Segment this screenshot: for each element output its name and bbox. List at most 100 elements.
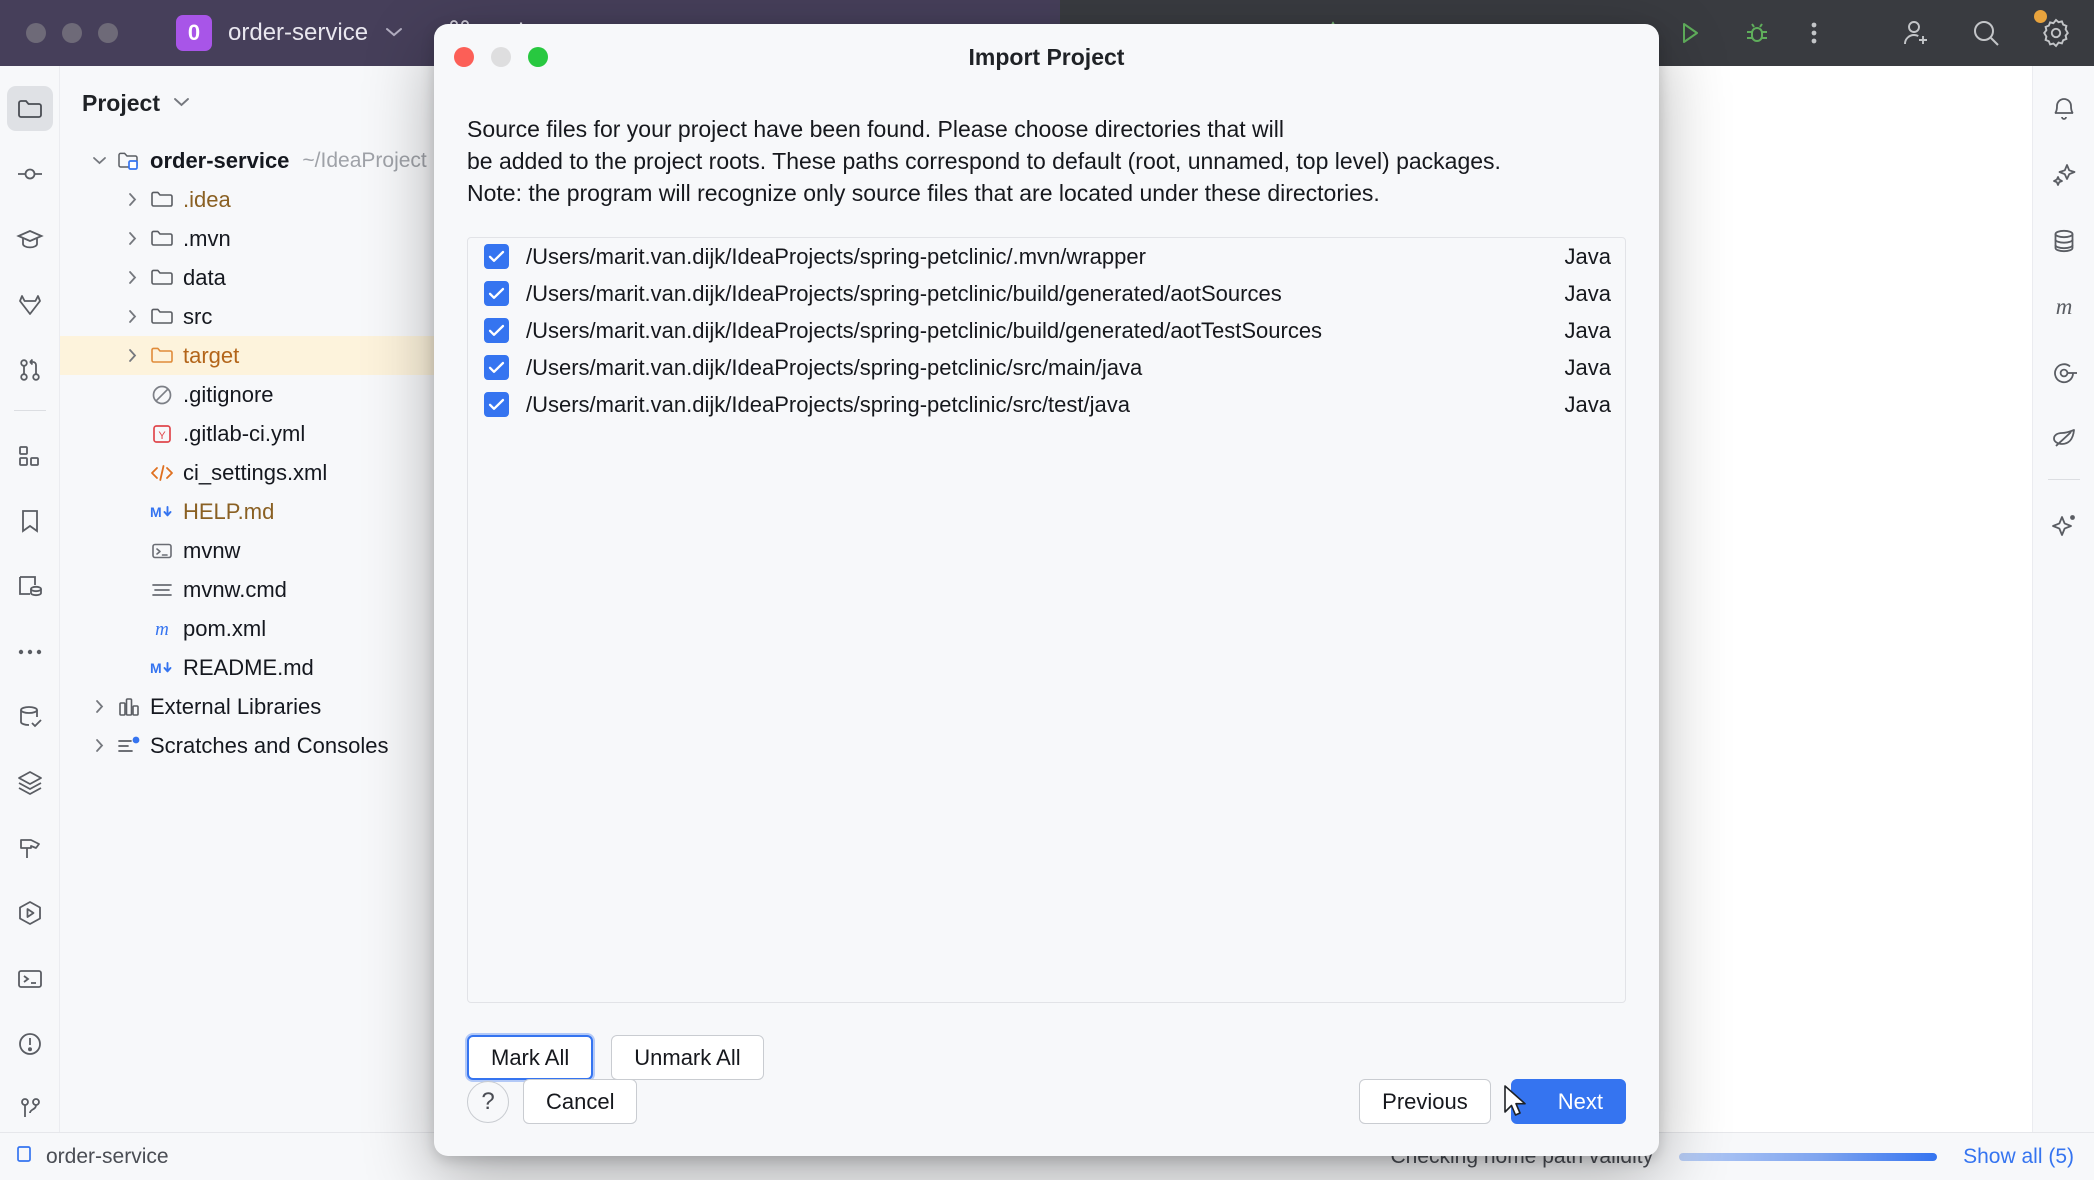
gitignore-icon [145, 382, 179, 408]
xml-icon [145, 460, 179, 486]
status-show-all-link[interactable]: Show all (5) [1963, 1145, 2074, 1169]
sidebar-item-database-files[interactable] [7, 564, 53, 609]
debug-icon[interactable] [1742, 18, 1772, 48]
sidebar-item-gitlab[interactable] [7, 282, 53, 327]
maximize-window-button[interactable] [98, 23, 118, 43]
source-directory-checkbox[interactable] [484, 392, 509, 417]
run-icon[interactable] [1674, 18, 1704, 48]
window-traffic-lights[interactable] [26, 23, 118, 43]
help-button[interactable]: ? [467, 1081, 509, 1123]
sidebar-item-commit[interactable] [7, 151, 53, 196]
tree-twisty-icon[interactable] [119, 269, 145, 286]
tree-item-label: .mvn [183, 226, 231, 252]
shell-icon [145, 538, 179, 564]
tree-twisty-icon[interactable] [86, 737, 112, 754]
tree-item-label: data [183, 265, 226, 291]
sidebar-item-services[interactable] [7, 760, 53, 805]
text-icon [145, 577, 179, 603]
tree-item-label: .gitlab-ci.yml [183, 421, 305, 447]
tree-item-label: src [183, 304, 212, 330]
sidebar-item-run[interactable] [7, 890, 53, 935]
dialog-title-bar: Import Project [434, 24, 1659, 90]
maven-m-icon: m [145, 616, 179, 642]
dialog-minimize-button[interactable] [491, 47, 511, 67]
source-directory-type: Java [1565, 281, 1611, 307]
left-tool-rail [0, 66, 60, 1132]
dialog-maximize-button[interactable] [528, 47, 548, 67]
gear-icon[interactable] [2040, 17, 2072, 49]
previous-button[interactable]: Previous [1359, 1079, 1491, 1124]
spring-leaf-icon[interactable] [2041, 416, 2087, 462]
sidebar-item-project[interactable] [7, 86, 53, 131]
more-options-icon[interactable] [1810, 18, 1818, 48]
rail-divider [14, 410, 46, 411]
dialog-traffic-lights[interactable] [454, 47, 548, 67]
sidebar-item-structure[interactable] [7, 433, 53, 478]
tree-item-label: target [183, 343, 239, 369]
svg-text:M: M [150, 504, 162, 520]
dialog-close-button[interactable] [454, 47, 474, 67]
sidebar-item-version-control[interactable] [7, 1087, 53, 1132]
sidebar-item-database[interactable] [7, 694, 53, 739]
yaml-icon: Y [145, 421, 179, 447]
toolbar-actions [1674, 0, 2072, 66]
database-icon[interactable] [2041, 218, 2087, 264]
project-name-label: order-service [228, 19, 368, 47]
sidebar-item-learn[interactable] [7, 217, 53, 262]
source-directory-checkbox[interactable] [484, 281, 509, 306]
notifications-bell-icon[interactable] [2041, 86, 2087, 132]
tree-twisty-icon[interactable] [119, 230, 145, 247]
source-directory-checkbox[interactable] [484, 318, 509, 343]
tree-item-label: External Libraries [150, 694, 321, 720]
sidebar-item-terminal[interactable] [7, 956, 53, 1001]
dialog-title: Import Project [969, 44, 1125, 71]
sidebar-item-problems[interactable] [7, 1021, 53, 1066]
source-directory-row[interactable]: /Users/marit.van.dijk/IdeaProjects/sprin… [468, 238, 1625, 275]
chevron-down-icon [384, 23, 404, 43]
project-selector[interactable]: 0 order-service [176, 15, 404, 51]
source-directory-type: Java [1565, 392, 1611, 418]
chevron-down-icon[interactable] [172, 95, 191, 113]
source-directory-row[interactable]: /Users/marit.van.dijk/IdeaProjects/sprin… [468, 312, 1625, 349]
search-icon[interactable] [1970, 17, 2002, 49]
close-window-button[interactable] [26, 23, 46, 43]
sidebar-item-more[interactable] [7, 629, 53, 674]
dialog-description-line: Source files for your project have been … [467, 114, 1626, 145]
wizard-nav-buttons: Previous Next [1359, 1079, 1626, 1124]
maven-m-icon[interactable]: m [2041, 284, 2087, 330]
source-directory-checkbox[interactable] [484, 355, 509, 380]
source-directory-path: /Users/marit.van.dijk/IdeaProjects/sprin… [526, 318, 1549, 344]
unmark-all-button[interactable]: Unmark All [611, 1035, 763, 1080]
source-directory-checkbox[interactable] [484, 244, 509, 269]
source-directory-row[interactable]: /Users/marit.van.dijk/IdeaProjects/sprin… [468, 349, 1625, 386]
sidebar-item-pull-requests[interactable] [7, 348, 53, 393]
sidebar-item-build[interactable] [7, 825, 53, 870]
tree-twisty-icon[interactable] [86, 155, 112, 166]
tree-twisty-icon[interactable] [119, 347, 145, 364]
mark-all-button[interactable]: Mark All [467, 1035, 593, 1080]
source-directory-row[interactable]: /Users/marit.van.dijk/IdeaProjects/sprin… [468, 386, 1625, 423]
ai-assistant-sparkle-icon[interactable] [2041, 152, 2087, 198]
cancel-button[interactable]: Cancel [523, 1079, 637, 1124]
dialog-description-line: Note: the program will recognize only so… [467, 178, 1626, 209]
source-directory-type: Java [1565, 355, 1611, 381]
source-directories-list[interactable]: /Users/marit.van.dijk/IdeaProjects/sprin… [467, 237, 1626, 1003]
status-project-label: order-service [46, 1145, 169, 1169]
ai-chat-sparkle-dot-icon[interactable] [2041, 502, 2087, 548]
tree-item-label: ci_settings.xml [183, 460, 327, 486]
endpoints-icon[interactable] [2041, 350, 2087, 396]
folder-icon [145, 187, 179, 213]
source-directory-path: /Users/marit.van.dijk/IdeaProjects/sprin… [526, 355, 1549, 381]
tree-twisty-icon[interactable] [119, 308, 145, 325]
status-project[interactable]: order-service [14, 1144, 169, 1169]
minimize-window-button[interactable] [62, 23, 82, 43]
tree-twisty-icon[interactable] [119, 191, 145, 208]
project-badge: 0 [176, 15, 212, 51]
source-directory-path: /Users/marit.van.dijk/IdeaProjects/sprin… [526, 392, 1549, 418]
source-directory-row[interactable]: /Users/marit.van.dijk/IdeaProjects/sprin… [468, 275, 1625, 312]
add-user-icon[interactable] [1900, 17, 1932, 49]
next-button[interactable]: Next [1511, 1079, 1626, 1124]
sidebar-item-bookmarks[interactable] [7, 498, 53, 543]
svg-text:m: m [2055, 294, 2072, 319]
tree-twisty-icon[interactable] [86, 698, 112, 715]
